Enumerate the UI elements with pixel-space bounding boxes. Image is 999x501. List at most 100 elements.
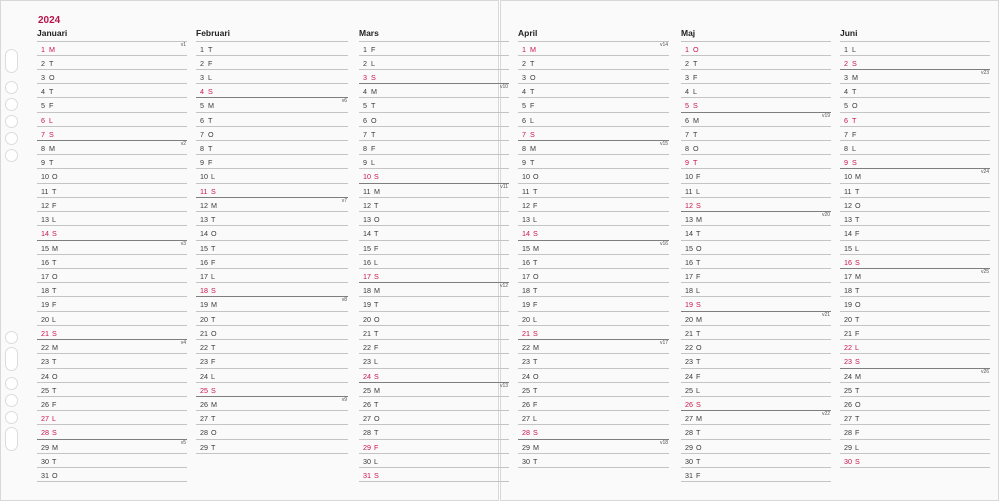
day-row[interactable]: 25 T — [37, 381, 187, 396]
day-row[interactable]: 27 L — [37, 410, 187, 424]
day-row[interactable]: 13 O — [359, 211, 509, 225]
day-row[interactable]: 29 F — [359, 438, 509, 453]
day-row[interactable]: 19 F — [37, 296, 187, 310]
day-row[interactable]: 13 T — [840, 211, 990, 225]
day-row[interactable]: 21 T — [359, 324, 509, 339]
day-row[interactable]: 7O — [196, 125, 348, 140]
day-row[interactable]: 22 L — [840, 339, 990, 353]
day-row[interactable]: 2T — [37, 54, 187, 69]
day-row[interactable]: 5O — [840, 97, 990, 111]
day-row[interactable]: 28 T — [681, 424, 831, 438]
day-row[interactable]: 11 T — [840, 182, 990, 197]
day-row[interactable]: 14 T — [359, 225, 509, 239]
day-row[interactable]: 2F — [196, 54, 348, 69]
day-row[interactable]: 26 O — [840, 395, 990, 410]
day-row[interactable]: 24 O — [37, 367, 187, 382]
day-row[interactable]: 4S — [196, 83, 348, 97]
day-row[interactable]: 14 F — [840, 225, 990, 239]
day-row[interactable]: 20 T — [840, 310, 990, 325]
day-row[interactable]: 27 T — [196, 410, 348, 424]
day-row[interactable]: 14 S — [518, 225, 669, 239]
day-row[interactable]: 15 Mv16 — [518, 239, 669, 254]
day-row[interactable]: 22 Mv4 — [37, 339, 187, 353]
day-row[interactable]: 1F — [359, 40, 509, 55]
day-row[interactable]: 16 T — [518, 253, 669, 268]
day-row[interactable]: 13 T — [196, 211, 348, 225]
day-row[interactable]: 8 Mv2 — [37, 140, 187, 154]
day-row[interactable]: 15 T — [196, 239, 348, 254]
day-row[interactable]: 17 O — [518, 268, 669, 282]
day-row[interactable]: 13 Mv20 — [681, 211, 831, 225]
day-row[interactable]: 20 T — [196, 310, 348, 325]
day-row[interactable]: 18 Mv12 — [359, 282, 509, 296]
day-row[interactable]: 1T — [196, 40, 348, 55]
day-row[interactable]: 20 L — [518, 310, 669, 325]
day-row[interactable]: 3S — [359, 68, 509, 83]
day-row[interactable]: 6 Mv19 — [681, 111, 831, 126]
day-row[interactable]: 12 Mv7 — [196, 196, 348, 211]
day-row[interactable]: 4 Mv10 — [359, 83, 509, 97]
day-row[interactable]: 3O — [518, 68, 669, 83]
day-row[interactable]: 28 S — [518, 424, 669, 438]
day-row[interactable]: 19 S — [681, 296, 831, 310]
day-row[interactable]: 27 L — [518, 410, 669, 424]
day-row[interactable]: 19 Mv8 — [196, 296, 348, 310]
day-row[interactable]: 26 T — [359, 395, 509, 410]
day-row[interactable]: 10 F — [681, 168, 831, 182]
day-row[interactable]: 9F — [196, 154, 348, 168]
day-row[interactable]: 16 T — [681, 253, 831, 268]
day-row[interactable]: 31 F — [681, 467, 831, 481]
day-row[interactable]: 22 T — [196, 339, 348, 353]
day-row[interactable]: 15 F — [359, 239, 509, 254]
day-row[interactable]: 21 T — [681, 324, 831, 339]
day-row[interactable]: 20 O — [359, 310, 509, 325]
day-row[interactable]: 28 F — [840, 424, 990, 438]
day-row[interactable]: 14 O — [196, 225, 348, 239]
day-row[interactable]: 23 L — [359, 353, 509, 367]
day-row[interactable]: 11 Mv11 — [359, 182, 509, 197]
day-row[interactable]: 5F — [518, 97, 669, 111]
day-row[interactable]: 8O — [681, 140, 831, 154]
day-row[interactable]: 24 S — [359, 367, 509, 382]
day-row[interactable]: 4T — [37, 83, 187, 97]
day-row[interactable]: 27 T — [840, 410, 990, 424]
day-row[interactable]: 9T — [681, 154, 831, 168]
day-row[interactable]: 13 L — [518, 211, 669, 225]
day-row[interactable]: 31 S — [359, 467, 509, 481]
day-row[interactable]: 1O — [681, 40, 831, 55]
day-row[interactable]: 14 T — [681, 225, 831, 239]
day-row[interactable]: 18 T — [840, 282, 990, 296]
day-row[interactable]: 18 L — [681, 282, 831, 296]
day-row[interactable]: 4T — [840, 83, 990, 97]
day-row[interactable]: 3O — [37, 68, 187, 83]
day-row[interactable]: 16 S — [840, 253, 990, 268]
day-row[interactable]: 10 Mv24 — [840, 168, 990, 182]
day-row[interactable]: 16 L — [359, 253, 509, 268]
day-row[interactable]: 30 T — [681, 452, 831, 467]
day-row[interactable]: 10 S — [359, 168, 509, 182]
day-row[interactable]: 21 S — [37, 324, 187, 339]
day-row[interactable]: 15 L — [840, 239, 990, 254]
day-row[interactable]: 16 F — [196, 253, 348, 268]
day-row[interactable]: 30 S — [840, 452, 990, 467]
day-row[interactable]: 17 S — [359, 268, 509, 282]
day-row[interactable]: 25 T — [518, 381, 669, 396]
day-row[interactable]: 6T — [196, 111, 348, 126]
day-row[interactable]: 8L — [840, 140, 990, 154]
day-row[interactable]: 14 S — [37, 225, 187, 239]
day-row[interactable]: 15 Mv3 — [37, 239, 187, 254]
day-row[interactable]: 17 F — [681, 268, 831, 282]
day-row[interactable]: 11 T — [37, 182, 187, 197]
day-row[interactable]: 5 Mv6 — [196, 97, 348, 111]
day-row[interactable]: 30 T — [37, 452, 187, 467]
day-row[interactable]: 2T — [681, 54, 831, 69]
day-row[interactable]: 29 O — [681, 438, 831, 453]
day-row[interactable]: 11 S — [196, 182, 348, 197]
day-row[interactable]: 15 O — [681, 239, 831, 254]
day-row[interactable]: 12 F — [37, 196, 187, 211]
day-row[interactable]: 7F — [840, 125, 990, 140]
day-row[interactable]: 10 L — [196, 168, 348, 182]
day-row[interactable]: 11 L — [681, 182, 831, 197]
day-row[interactable]: 17 Mv25 — [840, 268, 990, 282]
day-row[interactable]: 4T — [518, 83, 669, 97]
